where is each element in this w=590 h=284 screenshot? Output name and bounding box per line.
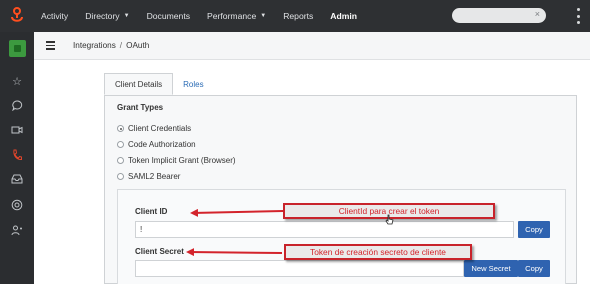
nav-performance[interactable]: Performance ▼ [207, 11, 266, 21]
nav-admin-label: Admin [330, 11, 358, 21]
breadcrumb-bar: Integrations / OAuth [34, 32, 590, 60]
new-secret-button[interactable]: New Secret [464, 260, 518, 277]
radio-selected-icon[interactable] [117, 125, 124, 132]
grant-saml2-bearer[interactable]: SAML2 Bearer [117, 172, 180, 181]
phone-icon[interactable] [0, 149, 34, 164]
search-input[interactable]: × [452, 8, 546, 23]
chevron-down-icon: ▼ [260, 13, 267, 19]
copy-client-secret-button[interactable]: Copy [518, 260, 550, 277]
main-nav: Activity Directory ▼ Documents Performanc… [41, 11, 374, 21]
inbox-icon[interactable] [0, 174, 34, 187]
help-icon[interactable] [0, 199, 34, 214]
nav-directory[interactable]: Directory ▼ [85, 11, 129, 21]
grant-client-credentials[interactable]: Client Credentials [117, 124, 191, 133]
grant-saml2-bearer-label: SAML2 Bearer [128, 172, 181, 181]
client-secret-label: Client Secret [135, 247, 184, 256]
grant-client-credentials-label: Client Credentials [128, 124, 192, 133]
app-badge-icon[interactable] [9, 40, 26, 57]
tab-bar: Client Details Roles [104, 73, 214, 95]
nav-reports[interactable]: Reports [283, 11, 313, 21]
breadcrumb: Integrations / OAuth [73, 41, 149, 50]
chevron-down-icon: ▼ [123, 13, 130, 19]
nav-reports-label: Reports [283, 11, 314, 21]
top-nav-bar: Activity Directory ▼ Documents Performanc… [0, 0, 590, 32]
breadcrumb-integrations[interactable]: Integrations [73, 41, 116, 50]
breadcrumb-separator: / [119, 41, 123, 50]
left-rail: ☆ [0, 32, 34, 284]
copy-client-id-button[interactable]: Copy [518, 221, 550, 238]
genesys-logo-icon[interactable] [0, 0, 34, 32]
radio-icon[interactable] [117, 173, 124, 180]
grant-code-authorization[interactable]: Code Authorization [117, 140, 196, 149]
client-secret-field[interactable] [135, 260, 464, 277]
nav-admin[interactable]: Admin [330, 11, 357, 21]
client-secret-annotation: Token de creación secreto de cliente [284, 244, 472, 260]
clear-search-icon[interactable]: × [535, 9, 540, 19]
grant-types-title: Grant Types [117, 103, 164, 112]
grant-token-implicit-label: Token Implicit Grant (Browser) [128, 156, 236, 165]
radio-icon[interactable] [117, 157, 124, 164]
star-icon[interactable]: ☆ [0, 76, 34, 88]
nav-activity-label: Activity [41, 11, 69, 21]
nav-documents-label: Documents [146, 11, 191, 21]
nav-directory-label: Directory [85, 11, 120, 21]
nav-performance-label: Performance [207, 11, 257, 21]
user-settings-icon[interactable] [0, 225, 34, 239]
tab-client-details[interactable]: Client Details [104, 73, 174, 95]
grant-token-implicit[interactable]: Token Implicit Grant (Browser) [117, 156, 236, 165]
tab-roles[interactable]: Roles [173, 73, 213, 95]
nav-documents[interactable]: Documents [147, 11, 190, 21]
client-id-field[interactable]: ! [135, 221, 514, 238]
breadcrumb-current: OAuth [126, 41, 150, 50]
video-icon[interactable] [0, 125, 34, 138]
grant-code-authorization-label: Code Authorization [128, 140, 196, 149]
client-id-label: Client ID [135, 207, 168, 216]
nav-activity[interactable]: Activity [41, 11, 68, 21]
radio-icon[interactable] [117, 141, 124, 148]
chat-icon[interactable] [0, 100, 34, 114]
menu-icon[interactable] [46, 41, 55, 50]
more-options-icon[interactable] [575, 8, 581, 24]
mouse-cursor-icon [385, 214, 394, 228]
